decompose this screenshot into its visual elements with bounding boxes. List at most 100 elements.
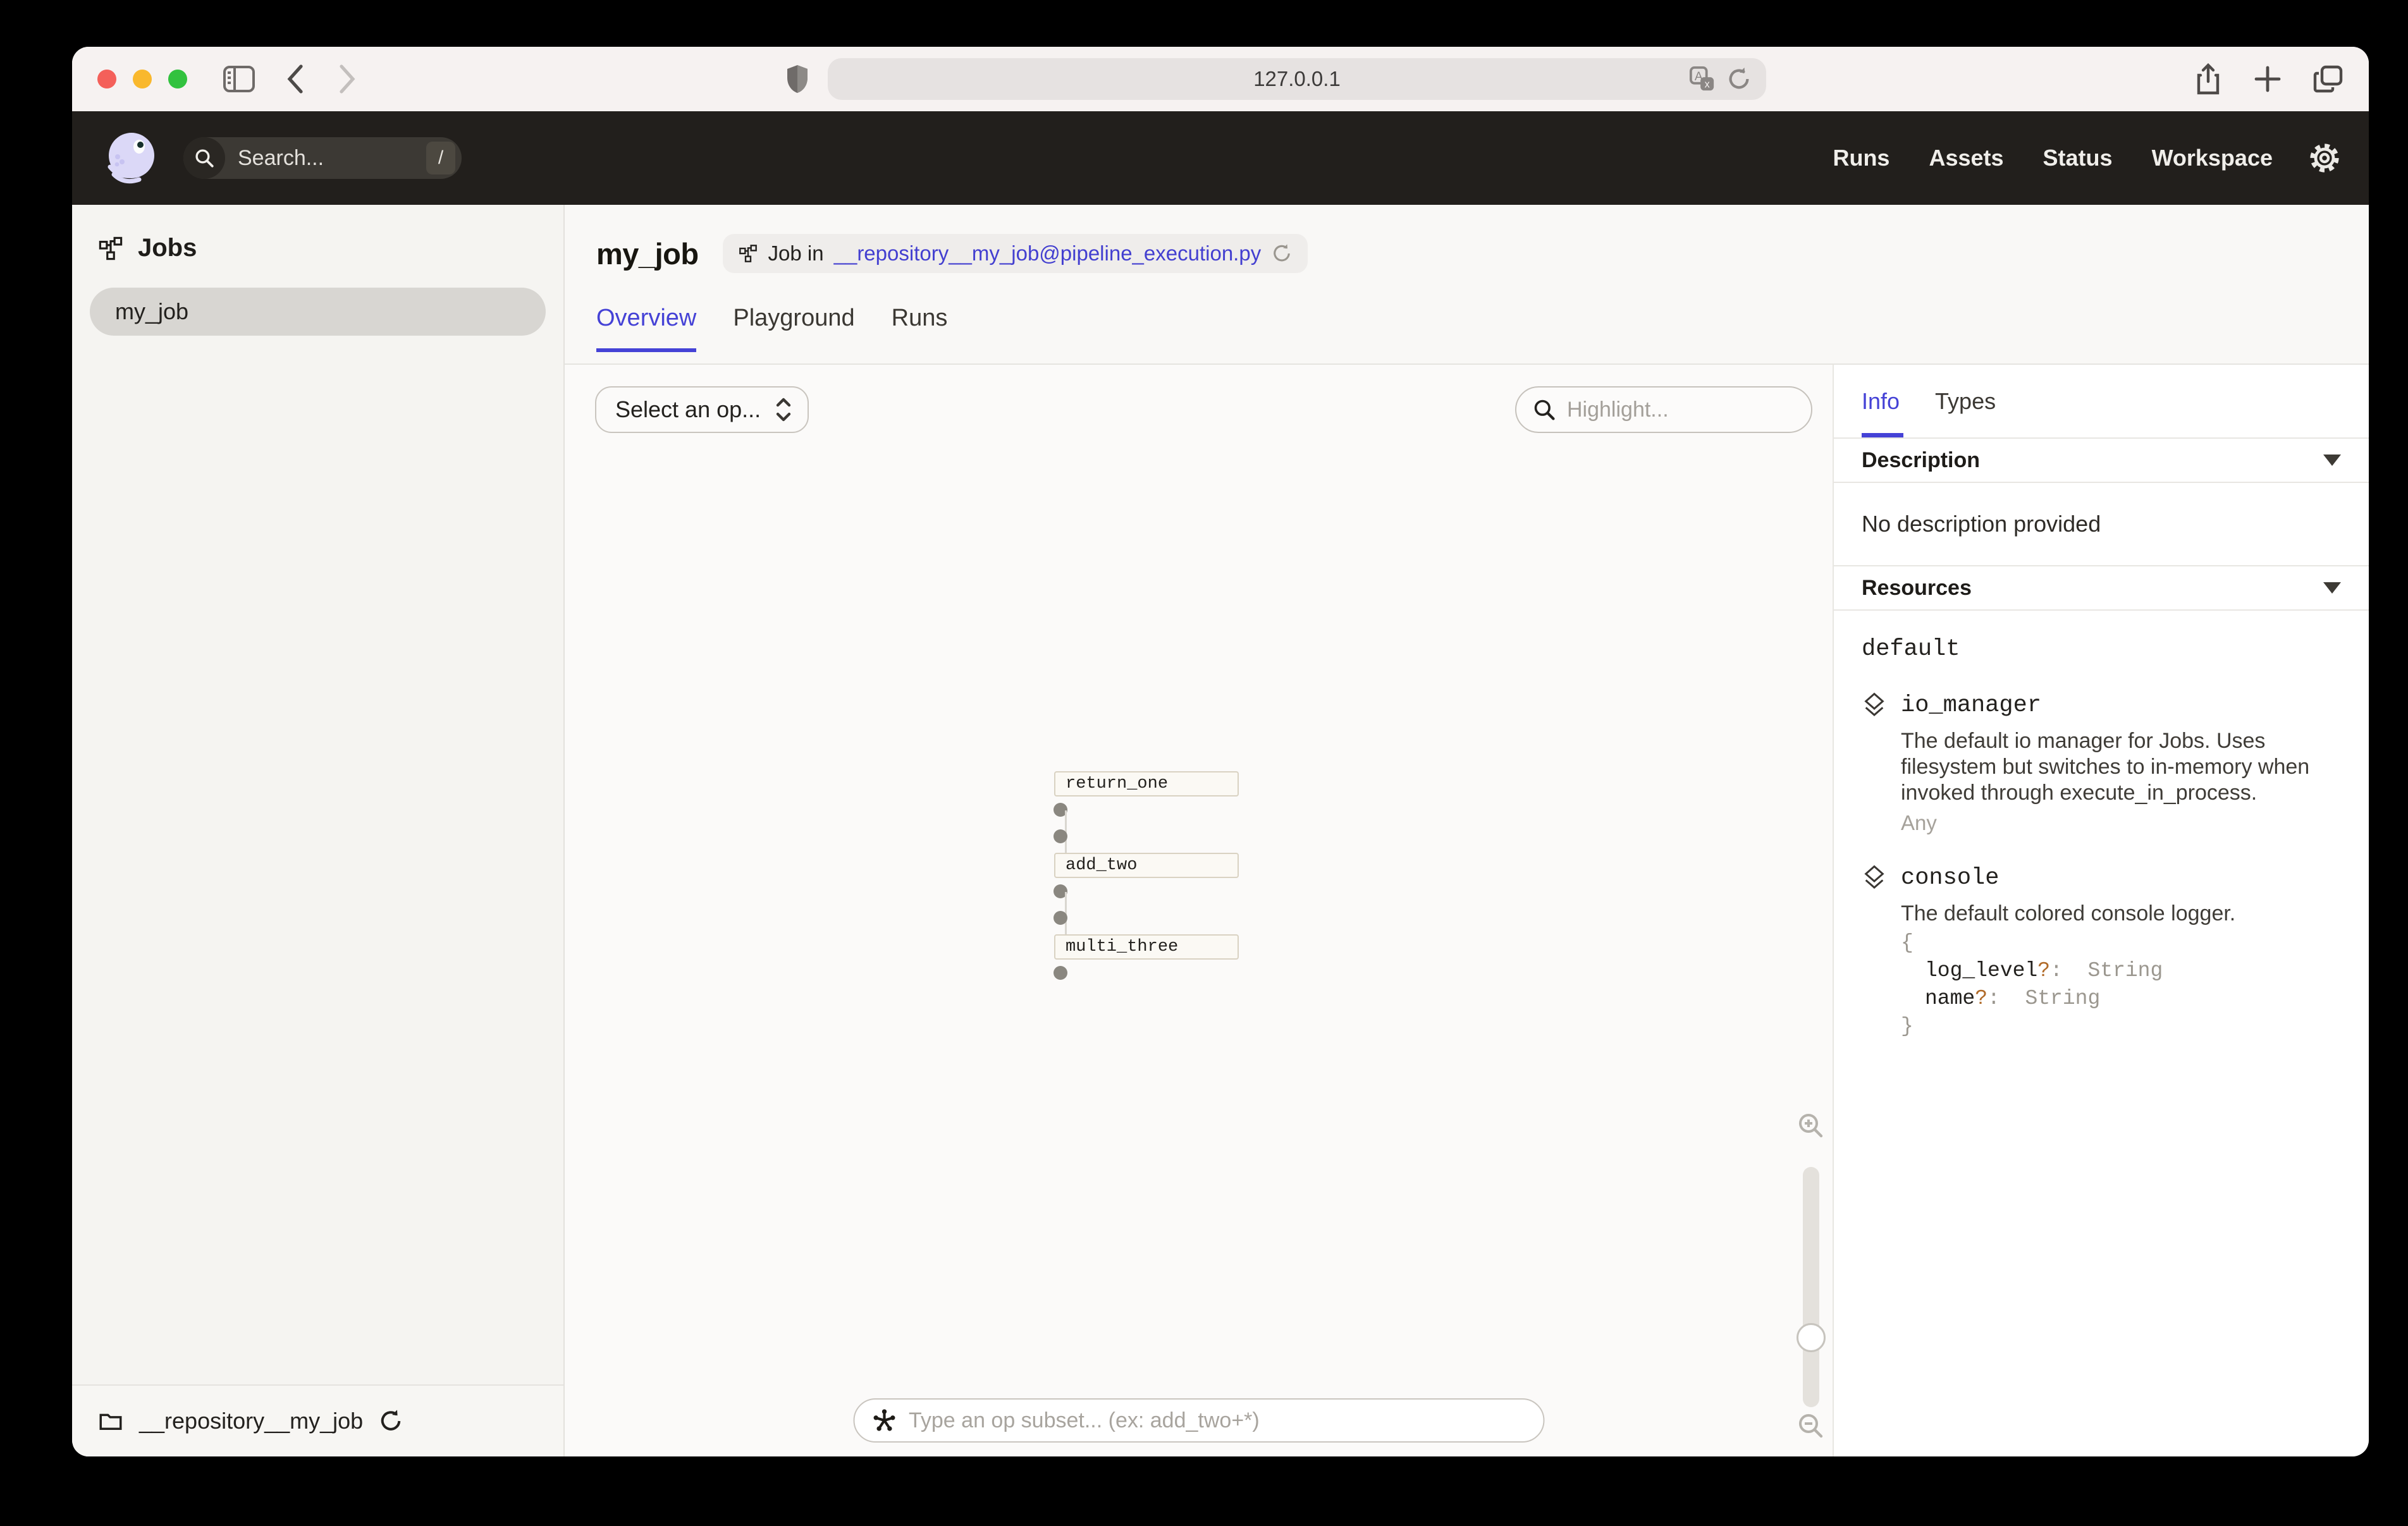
search-shortcut-badge: / xyxy=(426,142,455,174)
chevron-down-icon xyxy=(2323,455,2341,466)
resource-icon xyxy=(1862,692,1887,719)
tab-info[interactable]: Info xyxy=(1862,365,1900,437)
zoom-window-button[interactable] xyxy=(168,70,187,89)
zoom-out-icon[interactable] xyxy=(1797,1412,1825,1440)
dagster-logo[interactable] xyxy=(101,129,159,187)
app-nav: Runs Assets Status Workspace xyxy=(1833,145,2273,171)
reload-origin-icon[interactable] xyxy=(1271,243,1293,264)
minimize-window-button[interactable] xyxy=(133,70,152,89)
resource-name: console xyxy=(1901,865,1999,891)
schema-open-brace: { xyxy=(1901,929,2341,957)
schema-separator: : xyxy=(2050,959,2087,982)
op-node-label: multi_three xyxy=(1066,937,1178,956)
resources-section-header[interactable]: Resources xyxy=(1834,566,2369,611)
reload-icon[interactable] xyxy=(1726,66,1752,92)
description-section-header[interactable]: Description xyxy=(1834,439,2369,483)
tab-types[interactable]: Types xyxy=(1935,365,1996,437)
folder-icon xyxy=(97,1408,124,1434)
job-origin-prefix: Job in xyxy=(768,241,824,266)
op-node-label: return_one xyxy=(1066,774,1168,793)
browser-toolbar: 127.0.0.1 Ax xyxy=(72,47,2369,111)
chevron-updown-icon xyxy=(775,396,792,423)
sidebar-toggle-icon[interactable] xyxy=(223,65,255,93)
resource-io-manager: io_manager The default io manager for Jo… xyxy=(1862,692,2341,835)
schema-field-name: name xyxy=(1925,987,1975,1010)
sidebar-item-my-job[interactable]: my_job xyxy=(90,288,546,336)
op-node-multi-three[interactable]: multi_three xyxy=(1054,934,1239,960)
search-icon xyxy=(183,137,225,179)
input-port[interactable] xyxy=(1054,911,1067,925)
graph-query-icon xyxy=(871,1407,897,1434)
resource-group-default: default xyxy=(1862,636,2341,662)
op-graph-canvas[interactable]: Select an op... Highlight... return_o xyxy=(565,365,1833,1456)
url-text: 127.0.0.1 xyxy=(1253,67,1341,91)
search-placeholder: Search... xyxy=(238,146,426,171)
job-item-label: my_job xyxy=(115,298,188,325)
privacy-shield-icon[interactable] xyxy=(785,64,810,94)
page-title: my_job xyxy=(596,236,699,271)
zoom-slider[interactable] xyxy=(1803,1167,1819,1407)
repository-footer[interactable]: __repository__my_job xyxy=(72,1384,563,1456)
schema-optional-marker: ? xyxy=(2037,959,2050,982)
back-button[interactable] xyxy=(286,64,305,94)
close-window-button[interactable] xyxy=(97,70,116,89)
browser-window: 127.0.0.1 Ax xyxy=(72,47,2369,1456)
output-port[interactable] xyxy=(1054,966,1067,980)
zoom-control xyxy=(1793,1112,1829,1440)
op-node-label: add_two xyxy=(1066,856,1137,875)
address-bar[interactable]: 127.0.0.1 Ax xyxy=(828,58,1766,100)
search-icon xyxy=(1533,398,1556,421)
schema-optional-marker: ? xyxy=(1975,987,1987,1010)
description-body: No description provided xyxy=(1834,483,2369,566)
nav-workspace[interactable]: Workspace xyxy=(2152,145,2273,171)
op-subset-input[interactable]: Type an op subset... (ex: add_two+*) xyxy=(853,1398,1544,1443)
job-tabs: Overview Playground Runs xyxy=(596,305,2369,352)
section-title: Resources xyxy=(1862,576,1972,601)
new-tab-icon[interactable] xyxy=(2254,65,2282,93)
chevron-down-icon xyxy=(2323,582,2341,594)
nav-assets[interactable]: Assets xyxy=(1929,145,2003,171)
op-selector-label: Select an op... xyxy=(615,396,761,423)
share-icon[interactable] xyxy=(2194,63,2222,95)
schema-separator: : xyxy=(1987,987,2025,1010)
highlight-search-input[interactable]: Highlight... xyxy=(1515,386,1812,433)
resource-description: The default colored console logger. xyxy=(1901,901,2337,927)
input-port[interactable] xyxy=(1054,829,1067,843)
schema-field-type: String xyxy=(2025,987,2100,1010)
op-selector-dropdown[interactable]: Select an op... xyxy=(595,386,809,433)
svg-text:x: x xyxy=(1705,79,1710,90)
reload-repository-icon[interactable] xyxy=(378,1408,403,1434)
info-panel: Info Types Description No description pr… xyxy=(1833,365,2369,1456)
op-node-add-two[interactable]: add_two xyxy=(1054,853,1239,878)
resource-console: console The default colored console logg… xyxy=(1862,864,2341,1041)
tab-runs[interactable]: Runs xyxy=(892,305,948,352)
tab-playground[interactable]: Playground xyxy=(733,305,854,352)
config-schema: { log_level?: String name?: String } xyxy=(1901,929,2341,1041)
global-search-input[interactable]: Search... / xyxy=(183,137,462,179)
resource-type: Any xyxy=(1901,811,2341,835)
traffic-lights xyxy=(97,70,187,89)
settings-gear-icon[interactable] xyxy=(2309,143,2340,173)
forward-button[interactable] xyxy=(338,64,357,94)
zoom-in-icon[interactable] xyxy=(1797,1112,1825,1140)
section-title: Description xyxy=(1862,448,1980,473)
op-subset-placeholder: Type an op subset... (ex: add_two+*) xyxy=(909,1408,1260,1433)
schema-field-name: log_level xyxy=(1925,959,2037,982)
nav-runs[interactable]: Runs xyxy=(1833,145,1889,171)
resource-name: io_manager xyxy=(1901,692,2041,719)
jobs-sidebar: Jobs my_job __repository__my_job xyxy=(72,205,565,1456)
job-icon xyxy=(738,243,758,264)
schema-field-type: String xyxy=(2087,959,2163,982)
resource-icon xyxy=(1862,864,1887,892)
job-origin-link[interactable]: __repository__my_job@pipeline_execution.… xyxy=(834,241,1262,266)
resource-description: The default io manager for Jobs. Uses fi… xyxy=(1901,728,2337,806)
op-node-return-one[interactable]: return_one xyxy=(1054,771,1239,797)
sidebar-title: Jobs xyxy=(138,234,197,262)
tab-overview[interactable]: Overview xyxy=(596,305,696,352)
zoom-slider-thumb[interactable] xyxy=(1797,1323,1826,1352)
nav-status[interactable]: Status xyxy=(2043,145,2113,171)
translate-icon[interactable]: Ax xyxy=(1689,66,1716,92)
tab-overview-icon[interactable] xyxy=(2313,65,2344,93)
repository-name: __repository__my_job xyxy=(139,1408,363,1434)
panel-tabs: Info Types xyxy=(1834,365,2369,439)
